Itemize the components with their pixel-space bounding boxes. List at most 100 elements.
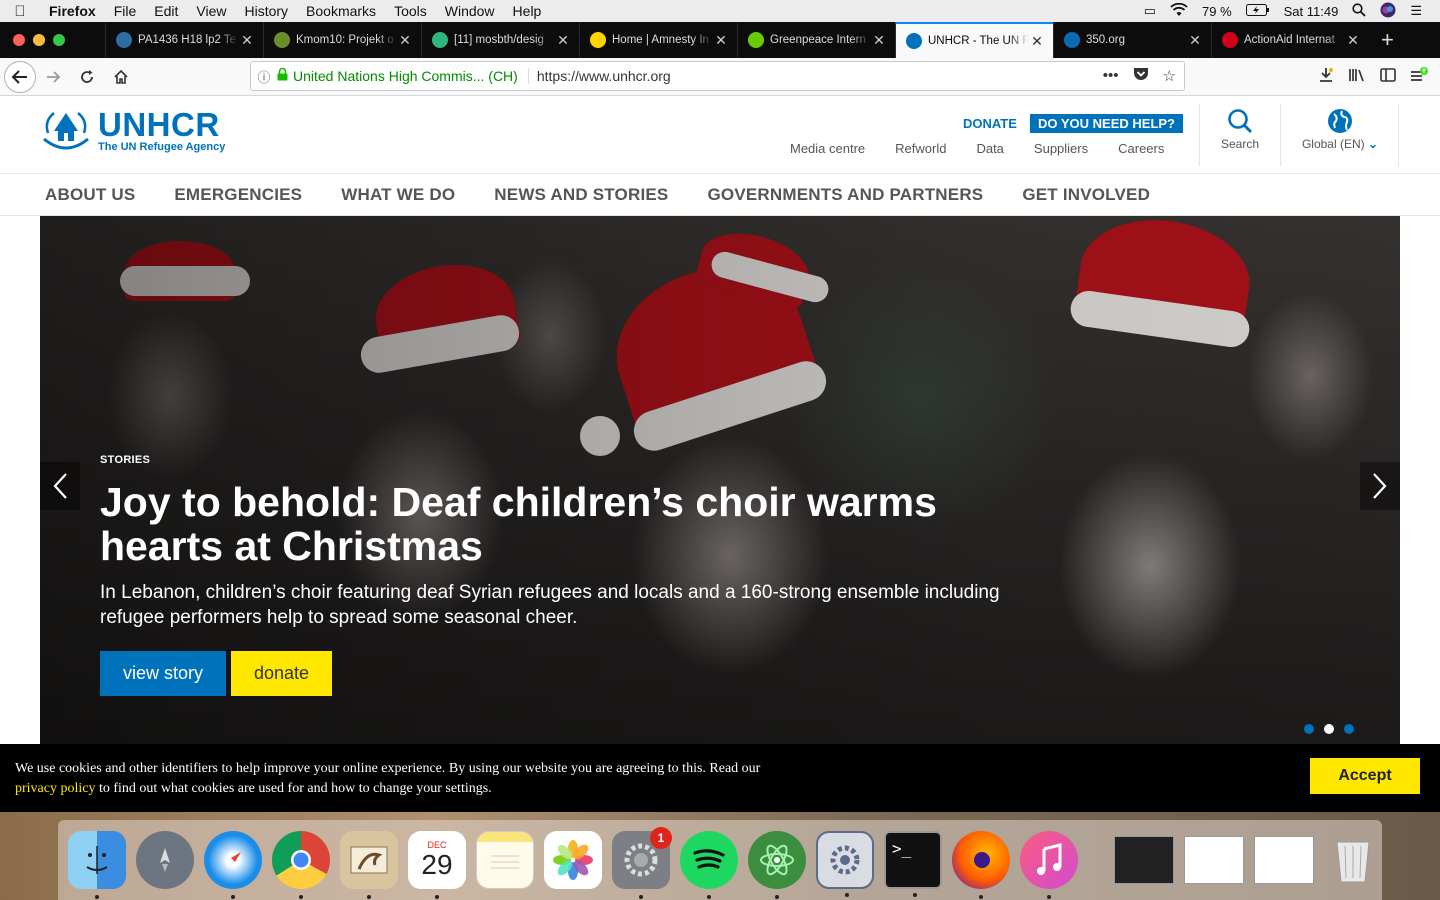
minimized-window-spotify[interactable] bbox=[1114, 836, 1174, 884]
unhcr-logo[interactable]: UNHCR The UN Refugee Agency bbox=[40, 108, 225, 154]
browser-nav-toolbar: ⓘ United Nations High Commis... (CH) htt… bbox=[0, 58, 1440, 96]
home-button[interactable] bbox=[104, 62, 138, 92]
nav-emergencies[interactable]: EMERGENCIES bbox=[174, 185, 302, 205]
tab-close-icon[interactable]: ✕ bbox=[713, 32, 729, 49]
menu-app-firefox[interactable]: Firefox bbox=[40, 3, 105, 19]
minimized-window-safari[interactable] bbox=[1254, 836, 1314, 884]
new-tab-icon[interactable]: + bbox=[1369, 27, 1406, 53]
secure-lock-icon[interactable] bbox=[277, 67, 293, 84]
chrome-icon[interactable] bbox=[272, 831, 330, 899]
menu-window[interactable]: Window bbox=[436, 3, 504, 19]
calendar-icon[interactable]: DEC 29 bbox=[408, 831, 466, 899]
tab-close-icon[interactable]: ✕ bbox=[1187, 32, 1203, 49]
tab-close-icon[interactable]: ✕ bbox=[555, 32, 571, 49]
menu-bookmarks[interactable]: Bookmarks bbox=[297, 3, 385, 19]
zoom-window-icon[interactable] bbox=[53, 34, 65, 46]
menu-update-icon[interactable] bbox=[1410, 66, 1428, 89]
system-preferences-icon[interactable]: 1 bbox=[612, 827, 672, 899]
site-search-button[interactable]: Search bbox=[1215, 108, 1265, 151]
notes-icon[interactable] bbox=[476, 831, 534, 889]
launchpad-icon[interactable] bbox=[136, 831, 194, 889]
spotify-icon[interactable] bbox=[680, 831, 738, 899]
menu-view[interactable]: View bbox=[187, 3, 235, 19]
carousel-prev-button[interactable] bbox=[40, 462, 80, 510]
apple-menu-icon[interactable]:  bbox=[0, 3, 40, 20]
trash-icon[interactable] bbox=[1324, 831, 1382, 889]
header-donate-link[interactable]: DONATE bbox=[963, 116, 1017, 131]
firefox-icon[interactable] bbox=[952, 831, 1010, 899]
nav-governments-and-partners[interactable]: GOVERNMENTS AND PARTNERS bbox=[707, 185, 983, 205]
nav-what-we-do[interactable]: WHAT WE DO bbox=[341, 185, 455, 205]
safari-icon[interactable] bbox=[204, 831, 262, 899]
reload-button[interactable] bbox=[70, 62, 104, 92]
address-bar[interactable]: ⓘ United Nations High Commis... (CH) htt… bbox=[250, 61, 1185, 91]
view-story-button[interactable]: view story bbox=[100, 651, 226, 696]
library-icon[interactable] bbox=[1348, 67, 1366, 88]
tab-close-icon[interactable]: ✕ bbox=[1029, 33, 1045, 50]
util-nav-data[interactable]: Data bbox=[976, 141, 1003, 156]
browser-tab[interactable]: Kmom10: Projekt o ✕ bbox=[263, 22, 421, 58]
browser-tab[interactable]: 350.org ✕ bbox=[1053, 22, 1211, 58]
need-help-button[interactable]: DO YOU NEED HELP? bbox=[1030, 114, 1184, 133]
hero-carousel: STORIES Joy to behold: Deaf children’s c… bbox=[40, 216, 1400, 744]
nav-about-us[interactable]: ABOUT US bbox=[45, 185, 135, 205]
tab-close-icon[interactable]: ✕ bbox=[1345, 32, 1361, 49]
terminal-icon[interactable]: >_ bbox=[884, 831, 942, 897]
siri-icon[interactable] bbox=[1380, 2, 1396, 21]
util-nav-suppliers[interactable]: Suppliers bbox=[1034, 141, 1088, 156]
finder-icon[interactable] bbox=[68, 831, 126, 899]
url-text[interactable]: https://www.unhcr.org bbox=[537, 68, 1103, 84]
close-window-icon[interactable] bbox=[13, 34, 25, 46]
tab-close-icon[interactable]: ✕ bbox=[397, 32, 413, 49]
airplay-icon[interactable]: ▭ bbox=[1144, 3, 1156, 19]
hero-donate-button[interactable]: donate bbox=[231, 651, 332, 696]
forward-button[interactable] bbox=[36, 62, 70, 92]
itunes-icon[interactable] bbox=[1020, 831, 1078, 899]
bookmark-star-icon[interactable]: ☆ bbox=[1163, 67, 1176, 85]
atom-icon[interactable] bbox=[748, 831, 806, 899]
page-actions-icon[interactable]: ••• bbox=[1103, 67, 1119, 85]
util-nav-careers[interactable]: Careers bbox=[1118, 141, 1164, 156]
nav-news-and-stories[interactable]: NEWS AND STORIES bbox=[494, 185, 668, 205]
util-nav-media-centre[interactable]: Media centre bbox=[790, 141, 865, 156]
site-identity-label[interactable]: United Nations High Commis... (CH) bbox=[293, 68, 529, 84]
language-selector[interactable]: Global (EN) ⌄ bbox=[1295, 108, 1385, 151]
tab-close-icon[interactable]: ✕ bbox=[239, 32, 255, 49]
browser-tab[interactable]: PA1436 H18 lp2 Te ✕ bbox=[105, 22, 263, 58]
carousel-dot[interactable] bbox=[1304, 724, 1314, 734]
browser-tab[interactable]: UNHCR - The UN R ✕ bbox=[895, 22, 1053, 58]
mail-icon[interactable] bbox=[340, 831, 398, 899]
privacy-policy-link[interactable]: privacy policy bbox=[15, 781, 95, 796]
tab-close-icon[interactable]: ✕ bbox=[871, 32, 887, 49]
browser-tab[interactable]: [11] mosbth/desig ✕ bbox=[421, 22, 579, 58]
site-info-icon[interactable]: ⓘ bbox=[251, 67, 277, 86]
wifi-icon[interactable] bbox=[1170, 2, 1188, 20]
browser-tab[interactable]: ActionAid Internat ✕ bbox=[1211, 22, 1369, 58]
carousel-dot[interactable] bbox=[1344, 724, 1354, 734]
browser-tab[interactable]: Greenpeace Intern ✕ bbox=[737, 22, 895, 58]
site-header: UNHCR The UN Refugee Agency DONATE DO YO… bbox=[0, 96, 1440, 174]
menu-file[interactable]: File bbox=[105, 3, 146, 19]
menu-tools[interactable]: Tools bbox=[385, 3, 436, 19]
util-nav-refworld[interactable]: Refworld bbox=[895, 141, 946, 156]
carousel-next-button[interactable] bbox=[1360, 462, 1400, 510]
sidebar-icon[interactable] bbox=[1380, 67, 1396, 87]
menu-history[interactable]: History bbox=[235, 3, 297, 19]
minimized-window-preferences[interactable] bbox=[1184, 836, 1244, 884]
notification-center-icon[interactable]: ☰ bbox=[1410, 3, 1422, 19]
nav-get-involved[interactable]: GET INVOLVED bbox=[1022, 185, 1150, 205]
downloads-icon[interactable] bbox=[1318, 67, 1334, 88]
menu-edit[interactable]: Edit bbox=[145, 3, 187, 19]
browser-tab[interactable]: Home | Amnesty In ✕ bbox=[579, 22, 737, 58]
minimize-window-icon[interactable] bbox=[33, 34, 45, 46]
menu-help[interactable]: Help bbox=[504, 3, 551, 19]
carousel-dot[interactable] bbox=[1324, 724, 1334, 734]
menubar-clock[interactable]: Sat 11:49 bbox=[1284, 4, 1339, 19]
accept-cookies-button[interactable]: Accept bbox=[1310, 758, 1420, 794]
pocket-icon[interactable] bbox=[1133, 67, 1149, 85]
back-button[interactable] bbox=[4, 60, 36, 93]
photos-icon[interactable] bbox=[544, 831, 602, 889]
battery-icon[interactable] bbox=[1245, 3, 1270, 19]
system-settings-gear-icon[interactable] bbox=[816, 831, 874, 897]
spotlight-search-icon[interactable] bbox=[1352, 2, 1366, 20]
